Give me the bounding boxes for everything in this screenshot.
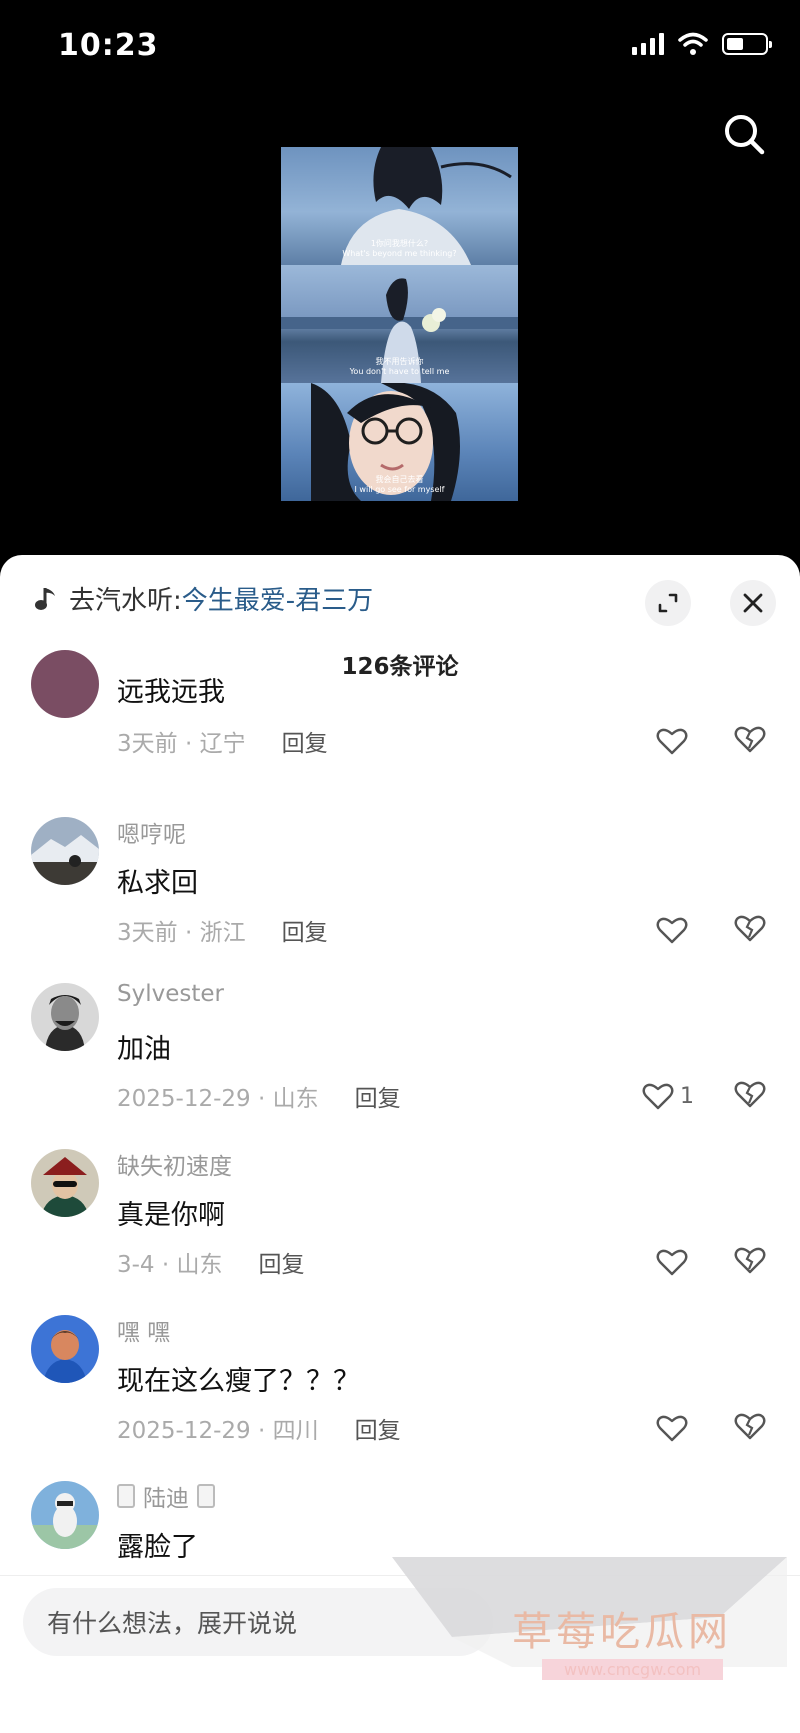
comment-time-location: 2025-12-29 · 四川 (117, 1418, 319, 1444)
comment-time-location: 3天前 · 浙江 (117, 920, 246, 946)
comment-text: 加油 (117, 1034, 171, 1065)
dislike-button[interactable] (734, 1245, 766, 1279)
music-link[interactable]: 去汽水听: 今生最爱-君三万 (33, 580, 373, 617)
heart-icon (656, 1249, 688, 1276)
status-time: 10:23 (58, 28, 159, 63)
comment-text: 现在这么瘦了？？？ (117, 1366, 360, 1397)
search-icon (725, 115, 765, 155)
like-button[interactable] (656, 1411, 688, 1445)
comment-meta: 2025-12-29 · 四川 回复 (117, 1411, 401, 1445)
status-icons (632, 32, 772, 56)
avatar[interactable] (31, 1315, 99, 1383)
video-frame-1: 1你问我想什么? What's beyond me thinking? (281, 147, 518, 265)
comment-text: 远我远我 (117, 677, 225, 708)
comment-text: 露脸了 (117, 1532, 198, 1563)
expand-icon (658, 593, 678, 613)
music-note-icon (35, 587, 55, 610)
comment-input-placeholder: 有什么想法，展开说说 (47, 1609, 298, 1638)
broken-heart-icon (734, 726, 766, 753)
comment-meta: 3天前 · 浙江 回复 (117, 913, 328, 947)
avatar-image (31, 983, 99, 1051)
caption-en: I will go see for myself (354, 485, 445, 494)
close-icon (743, 593, 763, 613)
broken-heart-icon (734, 915, 766, 942)
status-bar: 10:23 (0, 0, 800, 100)
video-frame-2: 我不用告诉你 You don't have to tell me (281, 265, 518, 383)
broken-heart-icon (734, 1413, 766, 1440)
reply-button[interactable]: 回复 (355, 1411, 401, 1445)
reply-button[interactable]: 回复 (355, 1079, 401, 1113)
comment-username[interactable]: 缺失初速度 (117, 1147, 232, 1181)
avatar-image (31, 1315, 99, 1383)
avatar-image (31, 817, 99, 885)
watermark-title: 草莓吃瓜网 (512, 1609, 732, 1655)
comment-text: 私求回 (117, 868, 198, 899)
expand-button[interactable] (645, 580, 691, 626)
avatar-image (31, 1149, 99, 1217)
close-button[interactable] (730, 580, 776, 626)
avatar[interactable] (31, 983, 99, 1051)
avatar-image (31, 1481, 99, 1549)
username-text: 陆迪 (143, 1486, 189, 1512)
broken-heart-icon (734, 1081, 766, 1108)
video-frame-3: 我会自己去看 I will go see for myself (281, 383, 518, 501)
dislike-button[interactable] (734, 1411, 766, 1445)
like-button[interactable] (656, 913, 688, 947)
comment-time-location: 3天前 · 辽宁 (117, 731, 246, 757)
broken-heart-icon (734, 1247, 766, 1274)
heart-icon (656, 728, 688, 755)
reply-button[interactable]: 回复 (282, 913, 328, 947)
comment-meta: 3天前 · 辽宁 回复 (117, 724, 328, 758)
dislike-button[interactable] (734, 913, 766, 947)
dislike-button[interactable] (734, 724, 766, 758)
comment-item: Sylvester 加油 2025-12-29 · 山东 回复 1 (0, 981, 800, 1149)
battery-icon (722, 33, 772, 55)
comment-username[interactable]: Sylvester (117, 981, 224, 1007)
comment-item: 缺失初速度 真是你啊 3-4 · 山东 回复 (0, 1149, 800, 1315)
card-icon (117, 1484, 135, 1508)
caption-en: What's beyond me thinking? (342, 249, 457, 258)
like-button[interactable]: 1 (642, 1079, 694, 1113)
music-song-title[interactable]: 今生最爱-君三万 (182, 580, 373, 617)
watermark-url: www.cmcgw.com (542, 1659, 724, 1680)
caption-cn: 我会自己去看 (375, 475, 424, 484)
watermark: 草莓吃瓜网 www.cmcgw.com (392, 1557, 787, 1717)
caption-cn: 1你问我想什么? (370, 239, 429, 248)
music-prefix: 去汽水听: (69, 586, 182, 616)
comment-item: 嗯哼呢 私求回 3天前 · 浙江 回复 (0, 817, 800, 983)
comment-meta: 3-4 · 山东 回复 (117, 1245, 305, 1279)
wifi-icon (678, 32, 708, 55)
reply-button[interactable]: 回复 (282, 724, 328, 758)
caption-en: You don't have to tell me (349, 367, 450, 376)
comment-time-location: 2025-12-29 · 山东 (117, 1086, 319, 1112)
heart-icon (656, 917, 688, 944)
like-count: 1 (680, 1083, 694, 1109)
heart-icon (656, 1415, 688, 1442)
like-button[interactable] (656, 724, 688, 758)
comment-time-location: 3-4 · 山东 (117, 1252, 223, 1278)
heart-icon (642, 1083, 674, 1110)
comment-username[interactable]: 陆迪 (117, 1479, 215, 1513)
reply-button[interactable]: 回复 (259, 1245, 305, 1279)
signal-icon (632, 33, 664, 55)
like-button[interactable] (656, 1245, 688, 1279)
avatar[interactable] (31, 1481, 99, 1549)
avatar[interactable] (31, 650, 99, 718)
comment-username[interactable]: 嘿 嘿 (117, 1313, 170, 1347)
comment-username[interactable]: 嗯哼呢 (117, 815, 186, 849)
comment-text: 真是你啊 (117, 1200, 225, 1231)
video-thumbnail[interactable]: 1你问我想什么? What's beyond me thinking? 我不用告… (281, 147, 518, 501)
comment-item: 嘿 嘿 现在这么瘦了？？？ 2025-12-29 · 四川 回复 (0, 1315, 800, 1481)
avatar[interactable] (31, 1149, 99, 1217)
caption-cn: 我不用告诉你 (375, 357, 424, 366)
search-button[interactable] (720, 110, 770, 160)
avatar[interactable] (31, 817, 99, 885)
card-icon (197, 1484, 215, 1508)
dislike-button[interactable] (734, 1079, 766, 1113)
comment-meta: 2025-12-29 · 山东 回复 (117, 1079, 401, 1113)
